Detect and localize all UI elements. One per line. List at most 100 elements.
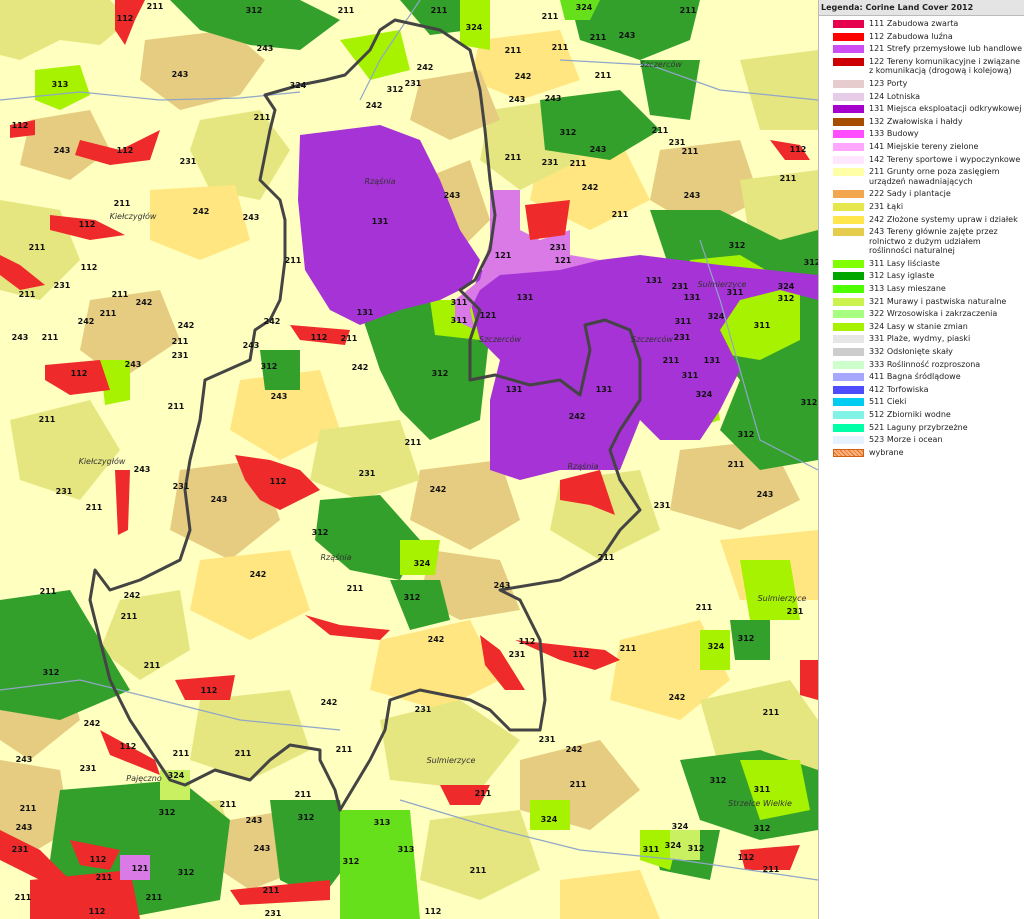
code-label-242: 242 [569,412,586,421]
code-label-312: 312 [738,634,755,643]
legend-label: 313 Lasy mieszane [869,284,946,294]
legend-label: 521 Laguny przybrzeżne [869,422,968,432]
legend-label: 132 Zwałowiska i hałdy [869,116,963,126]
code-label-242: 242 [124,591,141,600]
code-label-131: 131 [596,385,613,394]
code-label-211: 211 [570,780,587,789]
legend-label: 142 Tereny sportowe i wypoczynkowe [869,154,1021,164]
code-label-243: 243 [257,44,274,53]
code-label-243: 243 [125,360,142,369]
legend-label: 243 Tereny głównie zajęte przez rolnictw… [869,227,998,256]
code-label-211: 211 [146,893,163,902]
code-label-231: 231 [415,705,432,714]
legend-swatch [833,411,864,419]
code-label-211: 211 [285,256,302,265]
code-label-112: 112 [12,121,29,130]
legend-item-412: 412 Torfowiska [819,385,1024,395]
place-label: Rząśnia [320,552,351,562]
legend-swatch [833,142,864,151]
code-label-211: 211 [173,749,190,758]
land-cover-map[interactable]: 112 211 312 211 211 211 324 324 211 243 … [0,0,818,919]
code-label-121: 121 [555,256,572,265]
legend-item-111: 111 Zabudowa zwarta [819,19,1024,29]
legend-label: 324 Lasy w stanie zmian [869,321,968,331]
place-label: Strzelce Wielkie [728,799,792,808]
legend-item-333: 333 Roślinność rozproszona [819,360,1024,370]
code-label-243: 243 [16,755,33,764]
code-label-231: 231 [787,607,804,616]
code-label-312: 312 [754,824,771,833]
code-label-211: 211 [505,153,522,162]
place-label: Sulmierzyce [698,280,747,289]
code-label-242: 242 [136,298,153,307]
code-label-211: 211 [682,147,699,156]
legend-item-131: 131 Miejsca eksploatacji odkrywkowej [819,104,1024,114]
code-label-231: 231 [265,909,282,918]
legend-label: 333 Roślinność rozproszona [869,359,981,369]
code-label-112: 112 [120,742,137,751]
code-label-131: 131 [646,276,663,285]
legend-item-511: 511 Cieki [819,397,1024,407]
code-label-211: 211 [612,210,629,219]
code-label-211: 211 [220,800,237,809]
code-label-324: 324 [672,822,689,831]
legend-swatch [833,228,864,237]
code-label-243: 243 [545,94,562,103]
code-label-231: 231 [180,157,197,166]
place-label: Rząśnia [567,461,598,471]
legend-label: 312 Lasy iglaste [869,271,935,281]
code-label-231: 231 [550,243,567,252]
code-label-211: 211 [598,553,615,562]
code-label-112: 112 [270,477,287,486]
code-label-112: 112 [738,853,755,862]
legend-item-512: 512 Zbiorniki wodne [819,410,1024,420]
code-label-211: 211 [144,661,161,670]
legend-item-132: 132 Zwałowiska i hałdy [819,117,1024,127]
legend-label: 511 Cieki [869,397,907,407]
code-label-231: 231 [80,764,97,773]
code-label-211: 211 [475,789,492,798]
legend-label: 311 Lasy liściaste [869,258,940,268]
legend-swatch [833,436,864,445]
legend-label: 141 Miejskie tereny zielone [869,141,979,151]
legend-item-124: 124 Lotniska [819,92,1024,102]
code-label-243: 243 [757,490,774,499]
code-label-243: 243 [243,213,260,222]
code-label-312: 312 [804,258,818,267]
code-label-242: 242 [321,698,338,707]
place-label: Sulmierzyce [427,756,476,765]
code-label-311: 311 [451,316,468,325]
legend-label: 332 Odsłonięte skały [869,347,953,357]
code-label-112: 112 [573,650,590,659]
code-label-131: 131 [372,217,389,226]
code-label-243: 243 [134,465,151,474]
legend-swatch [833,79,864,88]
legend-item-312: 312 Lasy iglaste [819,271,1024,281]
code-label-242: 242 [515,72,532,81]
code-label-243: 243 [509,95,526,104]
code-label-312: 312 [312,528,329,537]
legend-label: 331 Plaże, wydmy, piaski [869,334,971,344]
code-label-243: 243 [494,581,511,590]
legend-swatch [833,385,864,394]
code-label-312: 312 [738,430,755,439]
code-label-121: 121 [480,311,497,320]
legend-swatch [833,423,864,432]
legend-item-243: 243 Tereny głównie zajęte przez rolnictw… [819,227,1024,256]
code-label-112: 112 [71,369,88,378]
code-label-231: 231 [172,351,189,360]
place-label: Szczerców [631,334,673,344]
legend-swatch [833,373,864,382]
legend-swatch [833,45,864,54]
code-label-311: 311 [754,785,771,794]
code-label-311: 311 [754,321,771,330]
code-label-121: 121 [495,251,512,260]
code-label-312: 312 [343,857,360,866]
code-label-324: 324 [708,312,725,321]
code-label-312: 312 [43,668,60,677]
code-label-324: 324 [696,390,713,399]
legend-label: 523 Morze i ocean [869,435,943,445]
code-label-231: 231 [56,487,73,496]
code-label-324: 324 [414,559,431,568]
legend-item-311: 311 Lasy liściaste [819,259,1024,269]
